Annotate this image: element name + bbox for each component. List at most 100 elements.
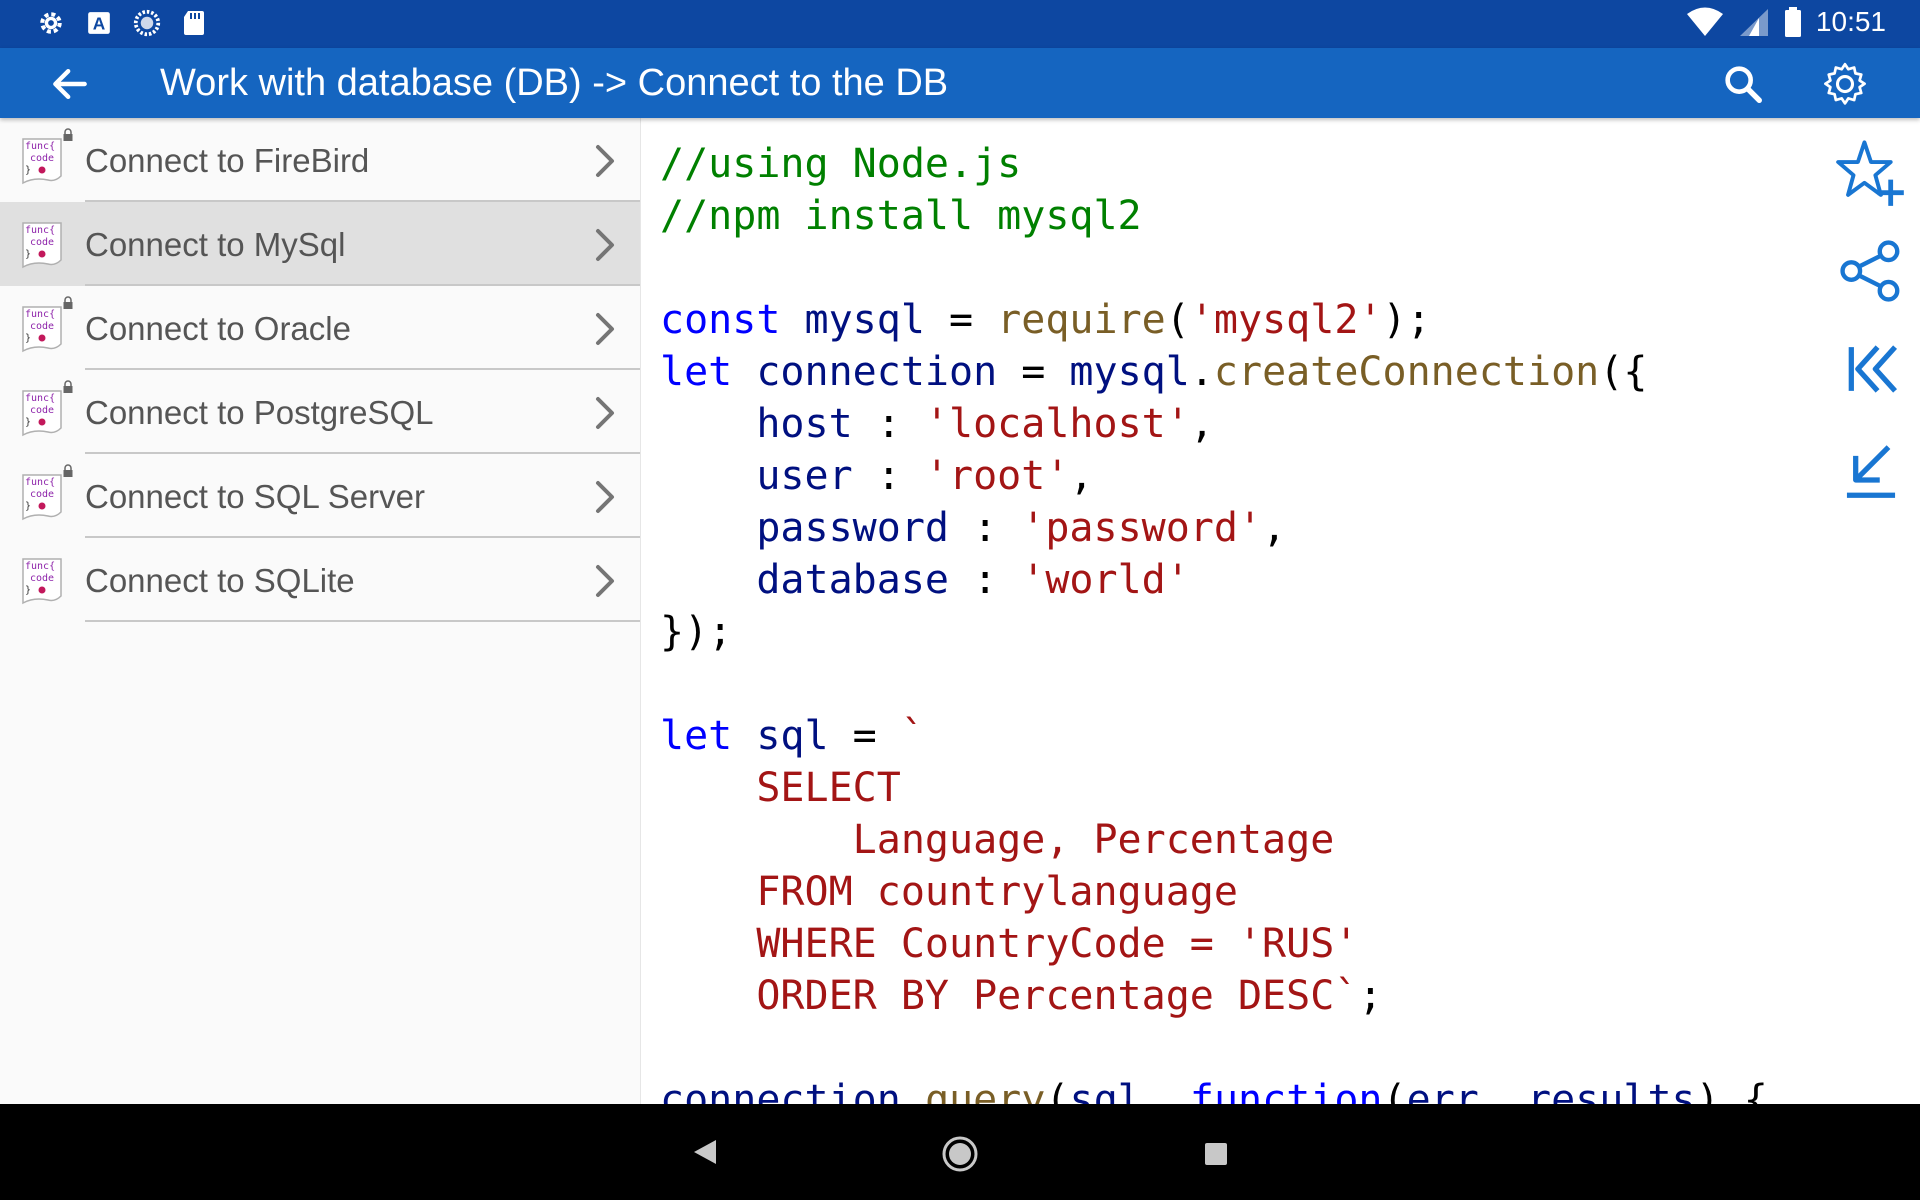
code-punctuation: ; bbox=[1358, 973, 1383, 1019]
code-punctuation: ( bbox=[1165, 297, 1190, 343]
skip-to-start-icon[interactable] bbox=[1836, 334, 1906, 404]
code-punctuation: , bbox=[1262, 505, 1287, 551]
code-punctuation: . bbox=[900, 1077, 925, 1104]
list-item-sqlite[interactable]: func{code} Connect to SQLite bbox=[0, 538, 640, 622]
code-property: database bbox=[660, 557, 949, 603]
code-string: 'localhost' bbox=[924, 401, 1190, 447]
code-block: //using Node.js //npm install mysql2 con… bbox=[660, 138, 1768, 1104]
code-punctuation: : bbox=[852, 453, 925, 499]
code-punctuation: : bbox=[948, 557, 1022, 603]
code-function: query bbox=[924, 1077, 1046, 1104]
arrow-down-left-icon[interactable] bbox=[1836, 434, 1906, 504]
status-right-icons: 10:51 bbox=[1686, 6, 1886, 38]
code-punctuation: ); bbox=[1382, 297, 1431, 343]
code-identifier: sql bbox=[1069, 1077, 1142, 1104]
code-file-icon: func{code} bbox=[22, 138, 62, 185]
list-item-oracle[interactable]: func{code} Connect to Oracle bbox=[0, 286, 640, 370]
code-punctuation: , bbox=[1141, 1077, 1190, 1104]
svg-text:func{: func{ bbox=[25, 393, 55, 404]
code-comment: //npm install mysql2 bbox=[660, 193, 1142, 239]
gear-icon[interactable] bbox=[1820, 59, 1870, 109]
settings-icon bbox=[40, 12, 62, 34]
svg-text:code: code bbox=[30, 321, 54, 332]
text-a-icon: A bbox=[88, 12, 110, 34]
list-item-label: Connect to SQL Server bbox=[85, 478, 425, 515]
loading-icon bbox=[133, 9, 161, 37]
status-left-icons: A bbox=[36, 8, 206, 38]
lock-icon bbox=[63, 464, 73, 477]
code-identifier: results bbox=[1527, 1077, 1696, 1104]
code-punctuation: , bbox=[1189, 401, 1214, 447]
status-bar: A 10:51 bbox=[0, 0, 1920, 48]
wifi-icon bbox=[1686, 7, 1723, 36]
page-title: Work with database (DB) -> Connect to th… bbox=[160, 62, 949, 104]
chevron-right-icon bbox=[596, 397, 614, 429]
code-identifier: mysql bbox=[780, 297, 925, 343]
action-rail bbox=[1822, 118, 1920, 1104]
code-identifier: connection bbox=[660, 1077, 901, 1104]
code-string: WHERE CountryCode = 'RUS' bbox=[660, 921, 1359, 967]
share-icon[interactable] bbox=[1836, 236, 1906, 306]
code-operator: = bbox=[828, 713, 901, 759]
code-viewer[interactable]: //using Node.js //npm install mysql2 con… bbox=[642, 118, 1822, 1104]
list-item-postgresql[interactable]: func{code} Connect to PostgreSQL bbox=[0, 370, 640, 454]
code-operator: = bbox=[997, 349, 1070, 395]
code-string: 'password' bbox=[1021, 505, 1263, 551]
recents-square-icon[interactable] bbox=[1202, 1140, 1230, 1168]
svg-text:code: code bbox=[30, 573, 54, 584]
code-identifier: connection bbox=[732, 349, 998, 395]
svg-text:}: } bbox=[25, 417, 31, 428]
code-keyword: function bbox=[1189, 1077, 1383, 1104]
code-property: host bbox=[660, 401, 853, 447]
code-punctuation: , bbox=[1069, 453, 1094, 499]
svg-text:}: } bbox=[25, 501, 31, 512]
code-comment: //using Node.js bbox=[660, 141, 1022, 187]
search-icon[interactable] bbox=[1720, 61, 1766, 107]
code-identifier: mysql bbox=[1069, 349, 1190, 395]
code-punctuation: ( bbox=[1382, 1077, 1407, 1104]
list-item-firebird[interactable]: func{code} Connect to FireBird bbox=[0, 118, 640, 202]
battery-icon bbox=[1784, 7, 1801, 37]
home-circle-icon[interactable] bbox=[940, 1134, 980, 1174]
back-triangle-icon[interactable] bbox=[690, 1136, 720, 1168]
code-punctuation: . bbox=[1189, 349, 1214, 395]
svg-text:code: code bbox=[30, 237, 54, 248]
code-punctuation: : bbox=[852, 401, 925, 447]
svg-text:A: A bbox=[93, 14, 106, 34]
star-add-icon[interactable] bbox=[1836, 138, 1906, 208]
lock-icon bbox=[63, 380, 73, 393]
back-arrow-icon[interactable] bbox=[48, 62, 92, 106]
sd-card-icon bbox=[184, 11, 204, 35]
list-item-label: Connect to MySql bbox=[85, 226, 346, 263]
svg-text:func{: func{ bbox=[25, 309, 55, 320]
list-item-label: Connect to Oracle bbox=[85, 310, 351, 347]
chevron-right-icon bbox=[596, 313, 614, 345]
code-string: 'mysql2' bbox=[1189, 297, 1383, 343]
lock-icon bbox=[63, 128, 73, 141]
code-string: ` bbox=[900, 713, 925, 759]
code-keyword: const bbox=[660, 297, 781, 343]
code-punctuation: ({ bbox=[1599, 349, 1648, 395]
app-bar: Work with database (DB) -> Connect to th… bbox=[0, 48, 1920, 118]
code-keyword: let bbox=[660, 349, 733, 395]
code-string: FROM countrylanguage bbox=[660, 869, 1238, 915]
svg-text:}: } bbox=[25, 333, 31, 344]
code-operator: = bbox=[924, 297, 998, 343]
svg-text:}: } bbox=[25, 165, 31, 176]
list-item-label: Connect to FireBird bbox=[85, 142, 370, 179]
code-file-icon: func{code} bbox=[22, 306, 62, 353]
list-item-label: Connect to PostgreSQL bbox=[85, 394, 434, 431]
svg-text:code: code bbox=[30, 153, 54, 164]
code-file-icon: func{code} bbox=[22, 474, 62, 521]
list-item-label: Connect to SQLite bbox=[85, 562, 355, 599]
chevron-right-icon bbox=[596, 565, 614, 597]
list-item-mysql[interactable]: func{code} Connect to MySql bbox=[0, 202, 640, 286]
svg-text:}: } bbox=[25, 249, 31, 260]
code-punctuation: ( bbox=[1045, 1077, 1070, 1104]
code-keyword: let bbox=[660, 713, 733, 759]
list-item-sql-server[interactable]: func{code} Connect to SQL Server bbox=[0, 454, 640, 538]
code-property: password bbox=[660, 505, 949, 551]
code-string: SELECT bbox=[660, 765, 901, 811]
status-time: 10:51 bbox=[1815, 6, 1886, 37]
divider bbox=[85, 620, 640, 622]
